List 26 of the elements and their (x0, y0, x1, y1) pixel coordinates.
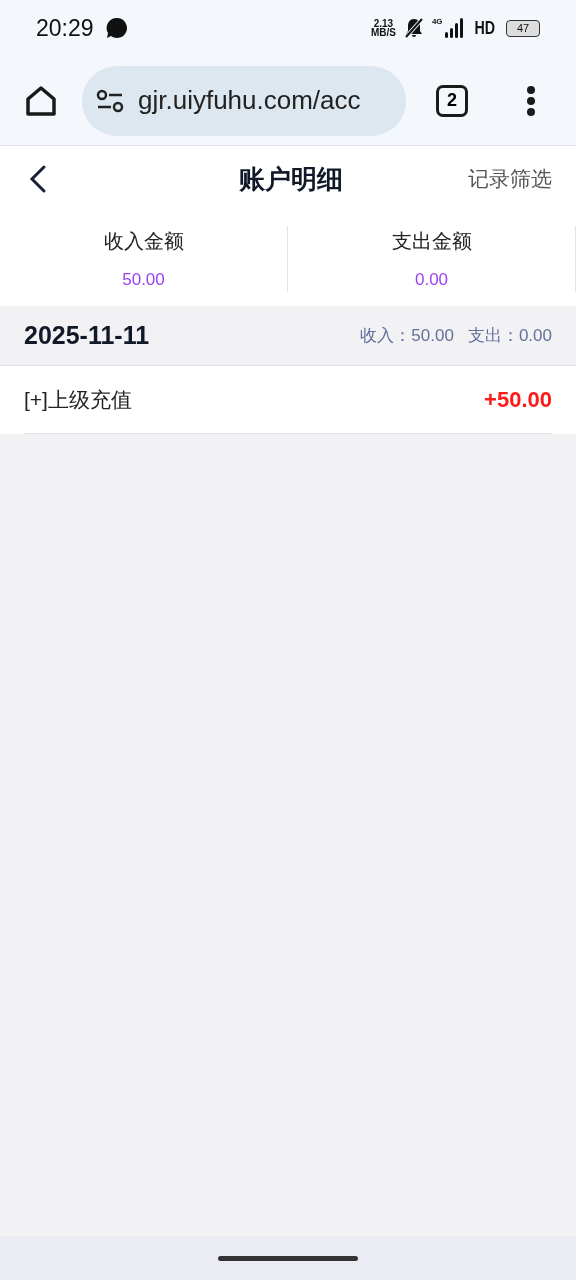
site-settings-icon[interactable] (96, 88, 124, 113)
page-title: 账户明细 (239, 162, 343, 196)
filter-link[interactable]: 记录筛选 (468, 163, 552, 195)
group-date: 2025-11-11 (24, 319, 150, 351)
status-time: 20:29 (36, 13, 94, 43)
home-icon[interactable] (24, 84, 58, 117)
signal-icon (444, 18, 463, 38)
menu-icon[interactable] (526, 84, 536, 117)
tab-count-button[interactable]: 2 (436, 84, 468, 117)
hd-indicator: HD (474, 15, 495, 40)
muted-bell-icon (403, 17, 424, 39)
network-type: 4G (431, 18, 443, 26)
group-expense: 支出：0.00 (467, 324, 552, 347)
summary-label: 支出金额 (391, 229, 472, 254)
chat-bubble-icon (105, 17, 128, 39)
address-bar[interactable]: gjr.uiyfuhu.com/acc (82, 65, 406, 136)
summary-value: 50.00 (122, 268, 165, 291)
record-title: [+]上级充值 (24, 386, 132, 413)
battery-indicator: 47 (506, 19, 540, 37)
group-income: 收入：50.00 (360, 324, 454, 347)
summary-value: 0.00 (414, 268, 449, 291)
network-speed: 2.13 MB/S (370, 19, 396, 37)
gesture-handle[interactable] (218, 1255, 358, 1261)
record-amount: +50.00 (484, 386, 552, 414)
url-text: gjr.uiyfuhu.com/acc (138, 84, 361, 117)
summary-label: 收入金额 (103, 229, 184, 254)
